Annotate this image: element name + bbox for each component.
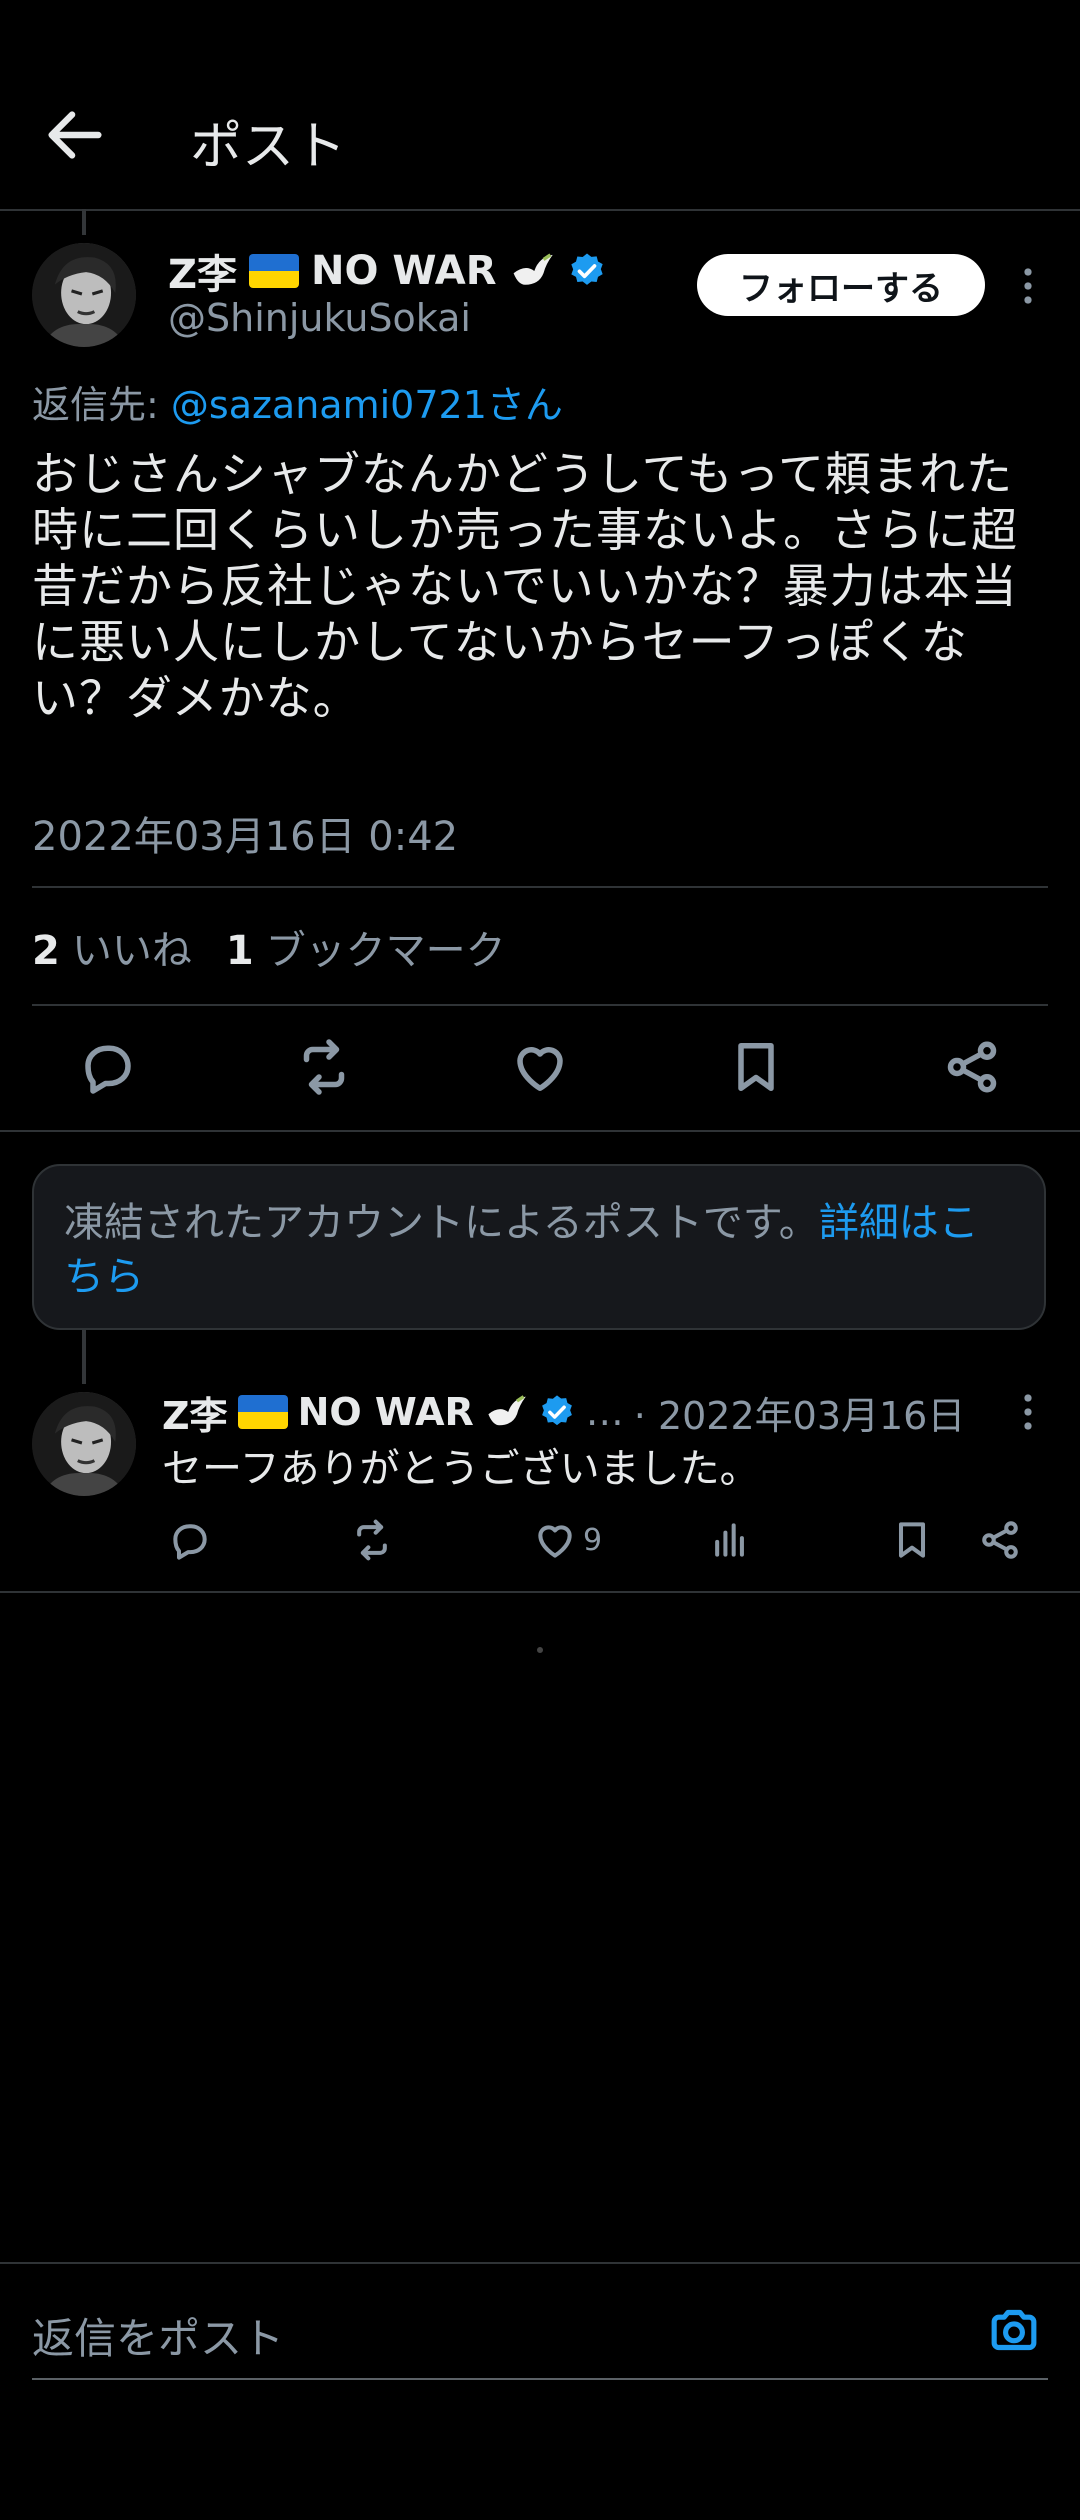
divider bbox=[0, 1591, 1080, 1593]
reply-button[interactable] bbox=[78, 1037, 138, 1097]
reply-composer-input[interactable]: 返信をポスト bbox=[32, 2305, 284, 2366]
more-icon bbox=[1024, 1394, 1032, 1430]
reply-repost-button[interactable] bbox=[350, 1518, 394, 1562]
reply-author-row[interactable]: Z李 NO WAR … · 2022年03月16日 bbox=[162, 1384, 965, 1440]
avatar[interactable] bbox=[32, 243, 136, 347]
reply-prefix: 返信先: bbox=[32, 383, 159, 427]
post-stats: 2 いいね 1 ブックマーク bbox=[32, 918, 506, 976]
bookmark-icon bbox=[898, 1522, 926, 1558]
avatar-portrait bbox=[32, 243, 136, 347]
ukraine-flag-icon bbox=[249, 254, 300, 288]
bookmark-button[interactable] bbox=[726, 1037, 786, 1097]
ukraine-flag-icon bbox=[237, 1395, 288, 1429]
avatar-portrait bbox=[32, 1392, 136, 1496]
notice-text: 凍結されたアカウントによるポストです。 bbox=[64, 1200, 819, 1246]
header-divider bbox=[0, 209, 1080, 211]
reply-bookmark-button[interactable] bbox=[890, 1518, 934, 1562]
likes-count: 2 bbox=[32, 928, 60, 974]
composer-divider bbox=[0, 2262, 1080, 2264]
reply-views-button[interactable] bbox=[708, 1518, 752, 1562]
dove-icon bbox=[488, 1395, 526, 1426]
reply-author-name: Z李 bbox=[162, 1393, 228, 1438]
like-button[interactable] bbox=[510, 1037, 570, 1097]
divider bbox=[0, 1130, 1080, 1132]
repost-button[interactable] bbox=[294, 1037, 354, 1097]
views-icon bbox=[715, 1523, 744, 1557]
author-handle[interactable]: @ShinjukuSokai bbox=[168, 296, 471, 340]
composer-underline bbox=[32, 2378, 1048, 2380]
bookmark-icon bbox=[738, 1043, 774, 1091]
reply-date[interactable]: · 2022年03月16日 bbox=[634, 1385, 966, 1440]
bookmarks-stat[interactable]: 1 ブックマーク bbox=[226, 918, 506, 976]
reply-author-suffix: NO WAR bbox=[297, 1390, 474, 1434]
likes-label: いいね bbox=[71, 928, 192, 974]
verified-badge-icon bbox=[570, 253, 603, 285]
thread-connector bbox=[82, 1330, 86, 1384]
loading-dot bbox=[537, 1647, 543, 1653]
reply-icon bbox=[85, 1045, 131, 1094]
avatar[interactable] bbox=[32, 1392, 136, 1496]
reply-like-button[interactable]: 9 bbox=[533, 1518, 602, 1562]
more-icon bbox=[1024, 268, 1032, 304]
like-icon bbox=[517, 1047, 563, 1091]
suspended-account-notice: 凍結されたアカウントによるポストです。詳細はこちら bbox=[32, 1164, 1046, 1330]
author-name-row[interactable]: Z李 NO WAR bbox=[168, 243, 607, 299]
more-options-button[interactable] bbox=[1010, 258, 1046, 314]
reply-to-line: 返信先: @sazanami0721さん bbox=[32, 374, 563, 429]
reply-text: セーフありがとうございました。 bbox=[162, 1446, 760, 1492]
repost-icon bbox=[303, 1039, 345, 1095]
bookmarks-count: 1 bbox=[225, 928, 254, 974]
reply-to-link[interactable]: @sazanami0721さん bbox=[171, 383, 563, 427]
post-text: おじさんシャブなんかどうしてもって頼まれた時に二回くらいしか売った事ないよ。さら… bbox=[32, 447, 1019, 726]
verified-badge-icon bbox=[541, 1395, 572, 1426]
reply-reply-button[interactable] bbox=[168, 1518, 212, 1562]
divider bbox=[32, 1004, 1048, 1006]
follow-button[interactable]: フォローする bbox=[697, 254, 985, 316]
like-icon bbox=[538, 1525, 572, 1558]
bookmarks-label: ブックマーク bbox=[265, 928, 506, 974]
reply-like-count: 9 bbox=[583, 1522, 603, 1558]
reply-more-options-button[interactable] bbox=[1010, 1384, 1046, 1440]
repost-icon bbox=[357, 1519, 387, 1561]
author-name: Z李 bbox=[168, 252, 238, 298]
post-timestamp[interactable]: 2022年03月16日 0:42 bbox=[32, 804, 458, 862]
reply-icon bbox=[173, 1524, 207, 1560]
back-button[interactable] bbox=[40, 100, 110, 170]
divider bbox=[32, 886, 1048, 888]
reply-share-button[interactable] bbox=[978, 1518, 1022, 1562]
page-title: ポスト bbox=[190, 117, 347, 177]
name-ellipsis: … bbox=[585, 1390, 624, 1434]
share-icon bbox=[947, 1041, 997, 1093]
camera-icon bbox=[991, 2309, 1037, 2351]
share-icon bbox=[982, 1521, 1018, 1559]
author-name-suffix: NO WAR bbox=[311, 248, 497, 294]
share-button[interactable] bbox=[942, 1037, 1002, 1097]
dove-icon bbox=[513, 253, 553, 285]
camera-button[interactable] bbox=[986, 2302, 1042, 2358]
likes-stat[interactable]: 2 いいね bbox=[32, 918, 192, 976]
back-arrow-icon bbox=[48, 111, 102, 159]
thread-connector bbox=[82, 209, 86, 235]
